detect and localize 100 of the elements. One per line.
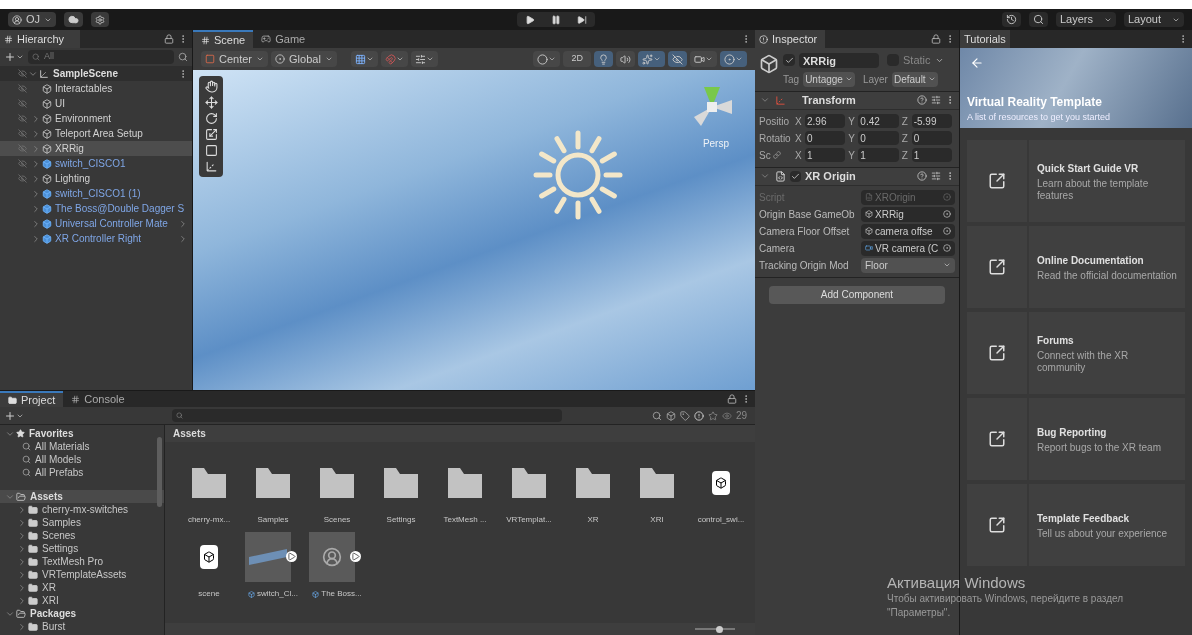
audio-button[interactable] — [616, 51, 635, 67]
number-field[interactable]: 1 — [858, 148, 899, 162]
cloud-button[interactable] — [64, 12, 84, 27]
search-field[interactable] — [172, 409, 562, 422]
move-tool-icon[interactable] — [204, 96, 218, 109]
tree-item[interactable]: All Materials — [0, 440, 164, 453]
hierarchy-item[interactable]: switch_CISCO1 — [0, 156, 192, 171]
hidden-icon[interactable] — [18, 159, 27, 168]
number-field[interactable]: 0 — [805, 131, 846, 145]
effects-button[interactable] — [638, 51, 665, 67]
hidden-icon[interactable] — [18, 174, 27, 183]
asset-label[interactable]: TextMesh ... — [443, 514, 487, 526]
mode-2d-button[interactable]: 2D — [563, 51, 591, 67]
type-filter-icon[interactable] — [665, 410, 676, 421]
layout-dropdown[interactable]: Layout — [1124, 12, 1184, 27]
tree-item[interactable]: Assets — [0, 490, 164, 503]
asset-label[interactable]: Scenes — [323, 514, 351, 526]
number-field[interactable]: 0.42 — [858, 114, 899, 128]
lock-icon[interactable] — [727, 394, 737, 404]
lock-icon[interactable] — [164, 34, 174, 44]
scrollbar-thumb[interactable] — [157, 437, 162, 507]
add-icon[interactable] — [4, 51, 16, 63]
asset-label[interactable]: Settings — [386, 514, 416, 526]
asset-label[interactable]: XR — [587, 514, 599, 526]
hierarchy-item[interactable]: The Boss@Double Dagger S — [0, 201, 192, 216]
tree-item[interactable]: VRTemplateAssets — [0, 568, 164, 581]
asset-label[interactable]: The Boss... — [321, 588, 362, 600]
hierarchy-item[interactable]: Universal Controller Mate — [0, 216, 192, 231]
help-icon[interactable] — [917, 95, 927, 105]
search-button[interactable] — [1029, 12, 1048, 27]
component-title[interactable]: Transform — [802, 91, 856, 109]
label-filter-icon[interactable] — [679, 410, 690, 421]
back-icon[interactable] — [970, 56, 984, 70]
add-component-button[interactable]: Add Component — [769, 285, 945, 304]
dropdown-icon[interactable] — [16, 53, 24, 61]
tree-item[interactable]: All Prefabs — [0, 466, 164, 479]
hierarchy-item[interactable]: Environment — [0, 111, 192, 126]
hand-tool-icon[interactable] — [204, 80, 218, 93]
hidden-icon[interactable] — [18, 114, 27, 123]
panel-tab[interactable]: Inspector — [755, 30, 825, 48]
search-scope-icon[interactable] — [178, 52, 188, 62]
tree-item[interactable]: Scenes — [0, 529, 164, 542]
tree-item[interactable]: Favorites — [0, 427, 164, 440]
play-icon[interactable] — [286, 551, 297, 562]
tree-item[interactable]: Packages — [0, 607, 164, 620]
layers-dropdown[interactable]: Layers — [1056, 12, 1116, 27]
rect-tool-icon[interactable] — [204, 144, 218, 157]
number-field[interactable]: 2.96 — [805, 114, 846, 128]
enabled-checkbox[interactable] — [790, 170, 801, 182]
tree-item[interactable]: XRI — [0, 594, 164, 607]
axis-label[interactable]: Z — [901, 130, 912, 146]
number-field[interactable]: -5.99 — [911, 114, 952, 128]
asset-label[interactable]: switch_Cl... — [257, 588, 298, 600]
hierarchy-item[interactable]: Lighting — [0, 171, 192, 186]
asset-label[interactable]: control_swi... — [697, 514, 745, 526]
scale-tool-icon[interactable] — [204, 128, 218, 141]
zoom-slider[interactable] — [695, 625, 735, 633]
space-dropdown[interactable]: Global — [271, 51, 337, 67]
hierarchy-item[interactable]: Interactables — [0, 81, 192, 96]
create-icon[interactable] — [4, 409, 16, 422]
gizmos-button[interactable] — [720, 51, 747, 67]
hierarchy-item[interactable]: switch_CISCO1 (1) — [0, 186, 192, 201]
layer-dropdown[interactable]: Default — [891, 71, 938, 87]
dropdown-field[interactable]: Floor — [861, 257, 955, 273]
hidden-icon[interactable] — [18, 69, 27, 78]
account-dropdown[interactable]: OJ — [8, 12, 57, 27]
favorite-icon[interactable] — [707, 410, 718, 421]
hierarchy-item[interactable]: Teleport Area Setup — [0, 126, 192, 141]
play-icon[interactable] — [350, 551, 361, 562]
shading-dropdown[interactable] — [533, 51, 561, 67]
lighting-button[interactable] — [594, 51, 613, 67]
active-checkbox[interactable] — [783, 54, 795, 67]
panel-tab[interactable]: Game — [253, 30, 314, 48]
tree-item[interactable]: Settings — [0, 542, 164, 555]
axis-label[interactable]: X — [795, 113, 805, 129]
transform-tool-icon[interactable] — [204, 160, 218, 173]
asset-label[interactable]: scene — [198, 588, 220, 600]
open-prefab-icon[interactable] — [178, 218, 188, 229]
history-button[interactable] — [1002, 12, 1021, 27]
constrain-link-icon[interactable] — [772, 151, 781, 159]
axis-label[interactable]: Z — [901, 147, 912, 163]
tree-item[interactable]: XR — [0, 581, 164, 594]
name-field[interactable]: XRRig — [799, 52, 879, 68]
hierarchy-item[interactable]: UI — [0, 96, 192, 111]
axis-label[interactable]: X — [795, 130, 805, 146]
tree-item[interactable]: TextMesh Pro — [0, 555, 164, 568]
hierarchy-item[interactable]: XR Controller Right — [0, 231, 192, 246]
axis-label[interactable]: Y — [848, 113, 859, 129]
hidden-icon[interactable] — [18, 129, 27, 138]
breadcrumb[interactable]: Assets — [173, 426, 206, 441]
tag-dropdown[interactable]: Untagge — [803, 71, 855, 87]
settings-button[interactable] — [91, 12, 110, 27]
search-scope-icon[interactable] — [651, 410, 662, 421]
component-title[interactable]: XR Origin — [805, 167, 856, 185]
axis-label[interactable]: X — [795, 147, 805, 163]
hidden-icon[interactable] — [18, 84, 27, 93]
object-field[interactable]: XRRig — [861, 206, 955, 222]
increment-button[interactable] — [410, 51, 438, 67]
open-prefab-icon[interactable] — [178, 233, 188, 244]
lock-icon[interactable] — [931, 34, 941, 44]
